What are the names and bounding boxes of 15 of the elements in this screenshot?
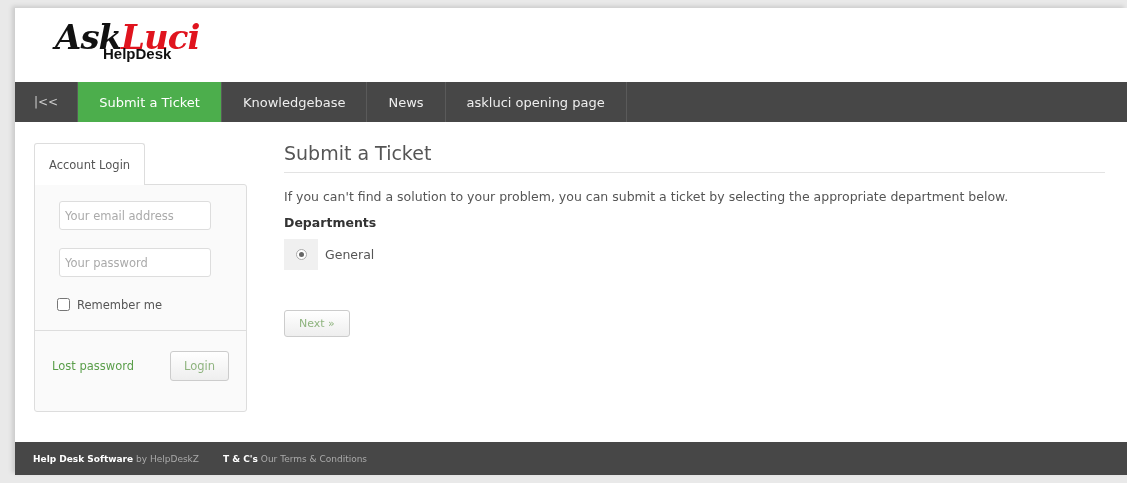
nav-tab[interactable]: askluci opening page	[445, 82, 627, 122]
footer-text: T & C's Our Terms & Conditions	[223, 453, 368, 464]
page-title: Submit a Ticket	[284, 142, 1105, 173]
department-label: General	[325, 247, 375, 262]
password-field[interactable]: Your password	[59, 248, 211, 277]
nav-tab[interactable]: Knowledgebase	[221, 82, 368, 122]
radio-button[interactable]	[295, 249, 307, 260]
remember-checkbox[interactable]	[57, 298, 70, 311]
nav-tab[interactable]: News	[367, 82, 446, 122]
intro-text: If you can't find a solution to your problem, you can submit a ticket by selecting the appropriate department below.	[284, 189, 1010, 204]
login-tab[interactable]: Account Login	[34, 143, 146, 185]
email-field[interactable]: Your email address	[59, 201, 211, 230]
footer-text: Help Desk Software by HelpDeskZ	[33, 453, 199, 464]
departments-label: Departments	[284, 215, 378, 230]
checkbox-label: Remember me	[77, 297, 163, 312]
